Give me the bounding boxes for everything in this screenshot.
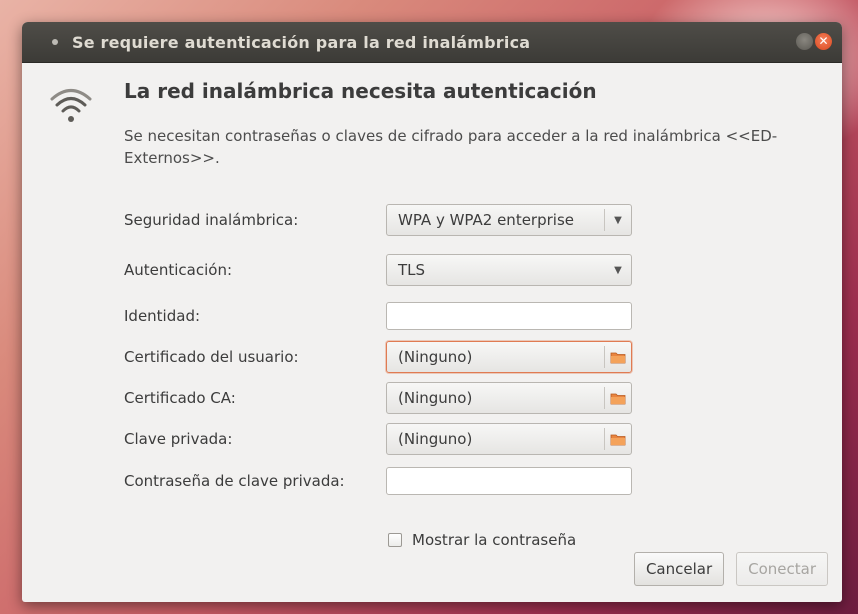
window-menu-icon[interactable] [52,39,58,45]
private-key-row: Clave privada: (Ninguno) [124,422,632,456]
security-row: Seguridad inalámbrica: WPA y WPA2 enterp… [124,203,632,237]
cancel-button[interactable]: Cancelar [633,552,725,586]
identity-row: Identidad: [124,299,632,333]
wifi-icon [50,89,92,122]
folder-icon [605,388,631,408]
private-key-value: (Ninguno) [398,430,473,448]
user-cert-file-button[interactable]: (Ninguno) [386,341,632,373]
show-password-label[interactable]: Mostrar la contraseña [412,531,576,549]
ca-cert-row: Certificado CA: (Ninguno) [124,381,632,415]
close-icon[interactable]: ✕ [815,33,832,50]
dialog-heading: La red inalámbrica necesita autenticació… [124,79,597,103]
private-key-password-label: Contraseña de clave privada: [124,472,345,490]
security-label: Seguridad inalámbrica: [124,211,299,229]
security-combo[interactable]: WPA y WPA2 enterprise ▼ [386,204,632,236]
show-password-row[interactable]: Mostrar la contraseña [388,531,576,549]
minimize-icon[interactable] [796,33,813,50]
private-key-file-button[interactable]: (Ninguno) [386,423,632,455]
chevron-down-icon: ▼ [614,214,622,226]
folder-icon [605,429,631,449]
show-password-checkbox[interactable] [388,533,402,547]
authentication-combo[interactable]: TLS ▼ [386,254,632,286]
ca-cert-file-button[interactable]: (Ninguno) [386,382,632,414]
folder-icon [605,347,631,367]
dialog-content: La red inalámbrica necesita autenticació… [22,63,842,602]
private-key-label: Clave privada: [124,430,233,448]
user-cert-value: (Ninguno) [398,348,473,366]
connect-button[interactable]: Conectar [736,552,828,586]
dialog-description: Se necesitan contraseñas o claves de cif… [124,127,778,167]
ca-cert-label: Certificado CA: [124,389,236,407]
auth-dialog: Se requiere autenticación para la red in… [22,22,842,602]
title-bar[interactable]: Se requiere autenticación para la red in… [22,22,842,63]
identity-input[interactable] [386,302,632,330]
ca-cert-value: (Ninguno) [398,389,473,407]
authentication-value: TLS [398,261,426,279]
identity-label: Identidad: [124,307,201,325]
chevron-down-icon: ▼ [614,264,622,276]
private-key-password-row: Contraseña de clave privada: [124,464,632,498]
authentication-row: Autenticación: TLS ▼ [124,253,632,287]
user-cert-row: Certificado del usuario: (Ninguno) [124,340,632,374]
window-title: Se requiere autenticación para la red in… [72,32,531,52]
security-value: WPA y WPA2 enterprise [398,211,574,229]
user-cert-label: Certificado del usuario: [124,348,299,366]
dialog-buttons: Cancelar Conectar [633,552,828,586]
window-controls: ✕ [796,33,832,50]
authentication-label: Autenticación: [124,261,233,279]
private-key-password-input[interactable] [386,467,632,495]
